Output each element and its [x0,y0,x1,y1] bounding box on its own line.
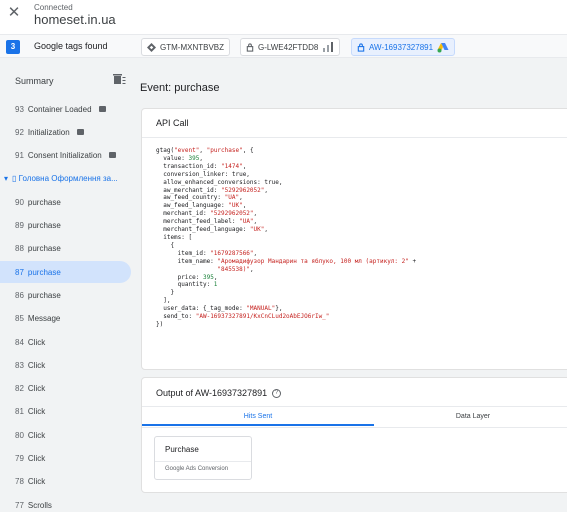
api-call-card: API Call gtag("event", "purchase", { val… [141,108,567,370]
gtm-diamond-icon [147,42,156,52]
analytics-bars-icon [323,42,334,52]
tag-fired-icon [108,152,116,158]
sidebar-item-purchase-86[interactable]: 86 purchase [0,284,131,306]
tag-fired-icon [76,129,84,135]
hit-card-purchase[interactable]: Purchase Google Ads Conversion [154,436,252,480]
connection-status: Connected [34,3,73,12]
sidebar-page-group[interactable]: ▾ ▯ Головна Оформлення за... [0,167,131,189]
sidebar-item-container-loaded[interactable]: 93 Container Loaded [0,98,131,120]
expand-chevron-icon: ▾ [4,173,9,183]
code-line: merchant_feed_label: "UA", [156,218,258,226]
code-line: merchant_feed_language: "UK", [156,226,268,234]
help-icon[interactable]: ? [272,388,282,398]
sidebar-item-purchase-88[interactable]: 88 purchase [0,237,131,259]
tag-chip-label: GTM-MXNTBVBZ [160,42,224,52]
output-title: Output of AW-16937327891 [156,388,268,398]
sidebar-item-initialization[interactable]: 92 Initialization [0,121,131,143]
code-line: aw_feed_country: "UA", [156,194,243,202]
code-line: user_data: {_tag_mode: "MANUAL"}, [156,305,283,313]
code-line: aw_feed_language: "UK", [156,202,247,210]
sidebar-item-click-80[interactable]: 80 Click [0,424,131,446]
tag-chip-ga4[interactable]: G-LWE42FTDD8 [240,38,341,56]
sidebar-item-click-84[interactable]: 84 Click [0,331,131,353]
code-line: ], [156,297,171,305]
top-bar: ✕ Connected homeset.in.ua [0,0,567,34]
code-line: conversion_linker: true, [156,170,250,178]
code-line: value: 395, [156,154,203,162]
api-call-code: gtag("event", "purchase", { value: 395, … [156,147,416,329]
code-line: send_to: "AW-16937327891/KxCnCLud2oAbEJO… [156,313,330,321]
api-call-title: API Call [156,118,189,128]
code-line: item_name: "Аромадифузор Мандарин та ябл… [156,257,417,265]
sidebar-item-click-83[interactable]: 83 Click [0,354,131,376]
sidebar-item-message-85[interactable]: 85 Message [0,307,131,329]
divider [142,406,567,407]
code-line: merchant_id: "5292962052", [156,210,258,218]
tab-divider [142,427,567,428]
tag-chip-label: G-LWE42FTDD8 [258,42,319,52]
google-ads-icon [437,42,449,52]
connected-domain: homeset.in.ua [34,12,116,27]
sidebar-item-click-79[interactable]: 79 Click [0,447,131,469]
page-title: Event: purchase [140,82,220,94]
code-line: items: [ [156,233,193,241]
sidebar-item-click-82[interactable]: 82 Click [0,377,131,399]
sidebar-item-purchase-89[interactable]: 89 purchase [0,214,131,236]
hit-type: Google Ads Conversion [165,466,229,472]
code-line: item_id: "1679287566", [156,249,258,257]
code-line: price: 395, [156,273,218,281]
sidebar-item-click-81[interactable]: 81 Click [0,400,131,422]
sidebar-item-click-78[interactable]: 78 Click [0,470,131,492]
tag-chip-gtm[interactable]: GTM-MXNTBVBZ [141,38,230,56]
code-line: transaction_id: "1474", [156,162,247,170]
code-line: quantity: 1 [156,281,218,289]
sidebar: Summary 93 Container Loaded 92 Initializ… [0,58,136,512]
sidebar-item-consent-initialization[interactable]: 91 Consent Initialization [0,144,131,166]
code-line: gtag("event", "purchase", { [156,147,254,154]
sidebar-summary[interactable]: Summary [15,76,54,86]
code-line: { [156,241,175,249]
sidebar-item-scrolls-77[interactable]: 77 Scrolls [0,494,131,512]
tab-hits-sent[interactable]: Hits Sent [142,408,374,426]
code-line: aw_merchant_id: "5292962052", [156,186,269,194]
code-line: "845538)", [217,265,254,273]
divider [155,461,251,462]
tag-count-badge: 3 [6,40,20,54]
lock-icon [246,42,254,52]
tag-chip-aw[interactable]: AW-16937327891 [351,38,456,56]
code-line: }) [156,320,164,328]
clear-messages-icon[interactable] [112,72,126,86]
tags-bar: 3 Google tags found GTM-MXNTBVBZ G-LWE42… [0,34,567,58]
output-card: Output of AW-16937327891 ? Hits Sent Dat… [141,377,567,493]
output-title-row: Output of AW-16937327891 ? [156,388,282,398]
tag-chip-label: AW-16937327891 [369,42,434,52]
code-line: } [156,289,175,297]
code-line: allow_enhanced_conversions: true, [156,178,283,186]
tab-data-layer[interactable]: Data Layer [374,408,567,426]
tag-fired-icon [98,106,106,112]
divider [142,137,567,138]
sidebar-item-purchase-90[interactable]: 90 purchase [0,191,131,213]
sidebar-item-purchase-87[interactable]: 87 purchase [0,261,131,283]
lock-icon [357,42,365,52]
close-icon[interactable]: ✕ [7,5,21,20]
hit-name: Purchase [165,445,199,454]
tags-found-label: Google tags found [34,41,108,51]
